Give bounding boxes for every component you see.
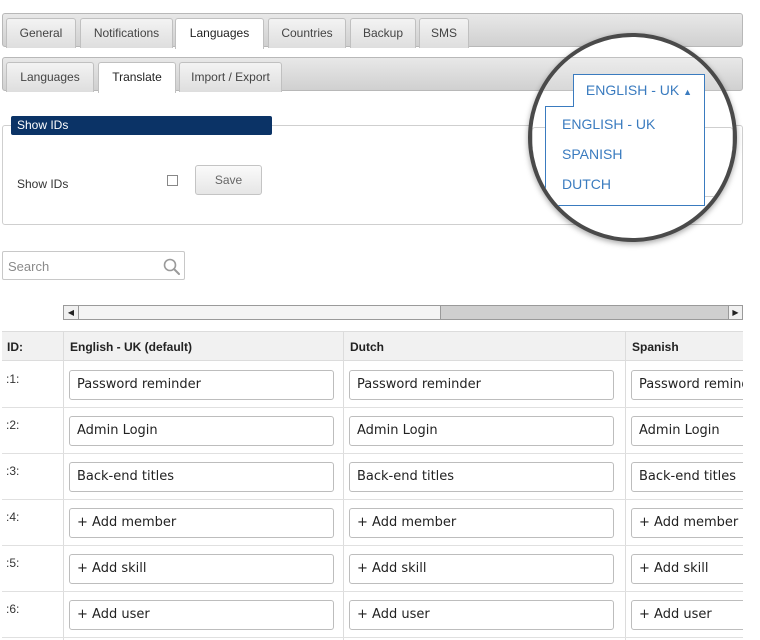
english-translation-field[interactable]: + Add skill	[69, 554, 334, 584]
table-row: :2: Admin Login Admin Login Admin Login	[2, 408, 743, 454]
tab-sms[interactable]: SMS	[419, 18, 469, 48]
table-row: :3: Back-end titles Back-end titles Back…	[2, 454, 743, 500]
dutch-translation-field[interactable]: Admin Login	[349, 416, 614, 446]
english-translation-field[interactable]: Password reminder	[69, 370, 334, 400]
spanish-translation-field[interactable]: Password reminder	[631, 370, 743, 400]
spanish-translation-field[interactable]: + Add member	[631, 508, 743, 538]
english-translation-field[interactable]: + Add user	[69, 600, 334, 630]
row-id: :4:	[6, 510, 20, 524]
english-translation-field[interactable]: + Add member	[69, 508, 334, 538]
table-row: :4: + Add member + Add member + Add memb…	[2, 500, 743, 546]
caret-up-icon: ▲	[683, 87, 693, 97]
magnifier-callout: ENGLISH - UK SPANISH DUTCH ENGLISH - UK …	[528, 33, 737, 242]
spanish-translation-field[interactable]: Back-end titles	[631, 462, 743, 492]
english-translation-field[interactable]: Back-end titles	[69, 462, 334, 492]
row-id: :1:	[6, 372, 20, 386]
translation-grid: ID: English - UK (default) Dutch Spanish…	[2, 331, 743, 640]
tab-countries[interactable]: Countries	[268, 18, 346, 48]
search-icon[interactable]	[162, 257, 182, 277]
spanish-translation-field[interactable]: Admin Login	[631, 416, 743, 446]
row-id: :5:	[6, 556, 20, 570]
language-dropdown-selected: ENGLISH - UK	[585, 82, 680, 98]
spanish-translation-field[interactable]: + Add skill	[631, 554, 743, 584]
language-option-spanish[interactable]: SPANISH	[562, 146, 622, 162]
tab-notifications[interactable]: Notifications	[80, 18, 173, 48]
save-button[interactable]: Save	[195, 165, 262, 195]
tab-backup[interactable]: Backup	[350, 18, 416, 48]
language-option-english-uk[interactable]: ENGLISH - UK	[562, 116, 655, 132]
dutch-translation-field[interactable]: + Add user	[349, 600, 614, 630]
dutch-translation-field[interactable]: Back-end titles	[349, 462, 614, 492]
spanish-translation-field[interactable]: + Add user	[631, 600, 743, 630]
subtab-languages[interactable]: Languages	[6, 62, 94, 92]
column-header-dutch: Dutch	[350, 340, 384, 354]
language-dropdown-toggle[interactable]: ENGLISH - UK ▲	[573, 74, 705, 107]
dutch-translation-field[interactable]: Password reminder	[349, 370, 614, 400]
show-ids-legend: Show IDs	[11, 116, 272, 135]
subtab-import-export[interactable]: Import / Export	[179, 62, 282, 92]
dutch-translation-field[interactable]: + Add member	[349, 508, 614, 538]
row-id: :6:	[6, 602, 20, 616]
grid-header: ID: English - UK (default) Dutch Spanish	[2, 331, 743, 361]
table-row: :1: Password reminder Password reminder …	[2, 362, 743, 408]
english-translation-field[interactable]: Admin Login	[69, 416, 334, 446]
column-header-english: English - UK (default)	[70, 340, 192, 354]
show-ids-label: Show IDs	[17, 177, 69, 191]
row-id: :3:	[6, 464, 20, 478]
scroll-right-arrow-icon[interactable]: ▶	[728, 306, 742, 319]
column-header-id: ID:	[7, 340, 23, 354]
row-id: :2:	[6, 418, 20, 432]
scrollbar-thumb[interactable]	[78, 306, 441, 319]
language-option-dutch[interactable]: DUTCH	[562, 176, 611, 192]
tab-languages[interactable]: Languages	[175, 18, 264, 49]
table-row: :5: + Add skill + Add skill + Add skill	[2, 546, 743, 592]
show-ids-checkbox[interactable]	[167, 175, 178, 186]
column-header-spanish: Spanish	[632, 340, 679, 354]
table-row: :6: + Add user + Add user + Add user	[2, 592, 743, 638]
tab-general[interactable]: General	[6, 18, 76, 48]
search-box	[2, 251, 185, 280]
language-dropdown-menu: ENGLISH - UK SPANISH DUTCH	[545, 106, 705, 206]
subtab-translate[interactable]: Translate	[98, 62, 176, 93]
search-input[interactable]	[8, 258, 158, 274]
dutch-translation-field[interactable]: + Add skill	[349, 554, 614, 584]
scroll-left-arrow-icon[interactable]: ◀	[64, 306, 78, 319]
horizontal-scrollbar[interactable]: ◀ ▶	[63, 305, 743, 320]
